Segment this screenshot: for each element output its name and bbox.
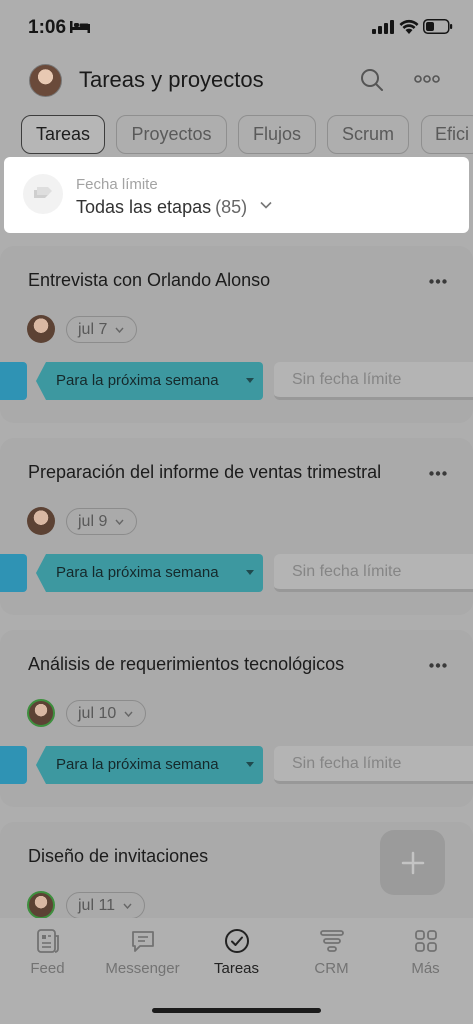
battery-icon: [423, 19, 453, 34]
previous-stage-indicator[interactable]: [0, 554, 27, 592]
chevron-down-icon: [124, 711, 133, 717]
plus-icon: [401, 851, 424, 874]
tab-eficiencia[interactable]: Efici: [421, 115, 473, 154]
assignee-avatar[interactable]: [27, 891, 55, 919]
next-stage-button[interactable]: Sin fecha límite: [274, 554, 473, 592]
current-stage-button[interactable]: Para la próxima semana: [36, 362, 263, 400]
deadline-chip[interactable]: jul 9: [66, 508, 138, 535]
caret-down-icon: [246, 570, 254, 575]
home-indicator: [152, 1008, 321, 1013]
nav-tareas[interactable]: Tareas: [189, 928, 284, 977]
nav-messenger[interactable]: Messenger: [95, 928, 190, 977]
filter-count: (85): [215, 197, 248, 217]
deadline-text: jul 7: [78, 320, 108, 338]
nav-crm-label: CRM: [314, 960, 349, 977]
stages-icon-badge: [23, 174, 63, 214]
next-stage-label: Sin fecha límite: [292, 755, 402, 772]
assignee-avatar[interactable]: [27, 315, 55, 343]
more-options-icon[interactable]: [429, 279, 447, 284]
previous-stage-indicator[interactable]: [0, 746, 27, 784]
deadline-chip[interactable]: jul 10: [66, 700, 147, 727]
tab-flujos[interactable]: Flujos: [238, 115, 316, 154]
more-options-icon[interactable]: [429, 471, 447, 476]
next-stage-button[interactable]: Sin fecha límite: [274, 746, 473, 784]
task-title[interactable]: Preparación del informe de ventas trimes…: [28, 462, 381, 483]
current-stage-button[interactable]: Para la próxima semana: [36, 554, 263, 592]
chevron-down-icon: [115, 327, 124, 333]
more-options-icon[interactable]: [429, 663, 447, 668]
nav-messenger-label: Messenger: [105, 960, 180, 977]
current-stage-label: Para la próxima semana: [56, 372, 219, 389]
next-stage-button[interactable]: Sin fecha límite: [274, 362, 473, 400]
deadline-text: jul 10: [78, 704, 117, 722]
filter-label: Fecha límite: [76, 176, 158, 193]
stage-filter-card[interactable]: Fecha límite Todas las etapas (85): [4, 157, 469, 233]
feed-icon: [36, 929, 59, 953]
search-icon[interactable]: [360, 68, 384, 92]
nav-feed[interactable]: Feed: [0, 928, 95, 977]
caret-down-icon: [246, 762, 254, 767]
nav-mas-label: Más: [411, 960, 440, 977]
user-avatar[interactable]: [29, 64, 62, 97]
app-header: Tareas y proyectos: [0, 56, 473, 106]
current-stage-label: Para la próxima semana: [56, 756, 219, 773]
task-card[interactable]: Entrevista con Orlando Alonso jul 7 Para…: [0, 246, 473, 423]
current-stage-label: Para la próxima semana: [56, 564, 219, 581]
task-title[interactable]: Análisis de requerimientos tecnológicos: [28, 654, 344, 675]
filter-value-text: Todas las etapas: [76, 197, 212, 217]
tab-bar: Tareas Proyectos Flujos Scrum Efici: [0, 115, 473, 155]
crm-icon: [319, 930, 344, 952]
chevron-down-icon: [115, 519, 124, 525]
tab-scrum[interactable]: Scrum: [327, 115, 409, 154]
assignee-avatar[interactable]: [27, 699, 55, 727]
caret-down-icon: [246, 378, 254, 383]
page-title: Tareas y proyectos: [79, 67, 264, 92]
previous-stage-indicator[interactable]: [0, 362, 27, 400]
deadline-chip[interactable]: jul 11: [66, 892, 146, 919]
next-stage-label: Sin fecha límite: [292, 371, 402, 388]
task-title[interactable]: Entrevista con Orlando Alonso: [28, 270, 270, 291]
sleep-mode-icon: [70, 21, 90, 33]
nav-crm[interactable]: CRM: [284, 928, 379, 977]
status-bar: 1:06: [0, 0, 473, 56]
next-stage-label: Sin fecha límite: [292, 563, 402, 580]
stages-icon: [34, 187, 52, 198]
tab-tareas[interactable]: Tareas: [21, 115, 105, 154]
deadline-text: jul 11: [78, 896, 116, 914]
grid-icon: [414, 930, 437, 952]
nav-mas[interactable]: Más: [378, 928, 473, 977]
nav-tareas-label: Tareas: [213, 960, 260, 977]
status-time: 1:06: [28, 17, 67, 38]
filter-value[interactable]: Todas las etapas (85): [76, 197, 247, 218]
nav-feed-label: Feed: [30, 960, 65, 977]
assignee-avatar[interactable]: [27, 507, 55, 535]
more-options-icon[interactable]: [414, 75, 440, 83]
deadline-text: jul 9: [78, 512, 108, 530]
chevron-down-icon: [123, 903, 132, 909]
tab-proyectos[interactable]: Proyectos: [116, 115, 227, 154]
messenger-icon: [131, 931, 154, 952]
task-title[interactable]: Diseño de invitaciones: [28, 846, 208, 867]
task-card[interactable]: Análisis de requerimientos tecnológicos …: [0, 630, 473, 807]
add-task-button[interactable]: [380, 830, 445, 895]
wifi-icon: [399, 19, 419, 34]
cellular-signal-icon: [372, 20, 394, 34]
tasks-check-icon: [224, 929, 249, 953]
deadline-chip[interactable]: jul 7: [66, 316, 138, 343]
chevron-down-icon: [260, 201, 272, 209]
current-stage-button[interactable]: Para la próxima semana: [36, 746, 263, 784]
task-card[interactable]: Preparación del informe de ventas trimes…: [0, 438, 473, 615]
